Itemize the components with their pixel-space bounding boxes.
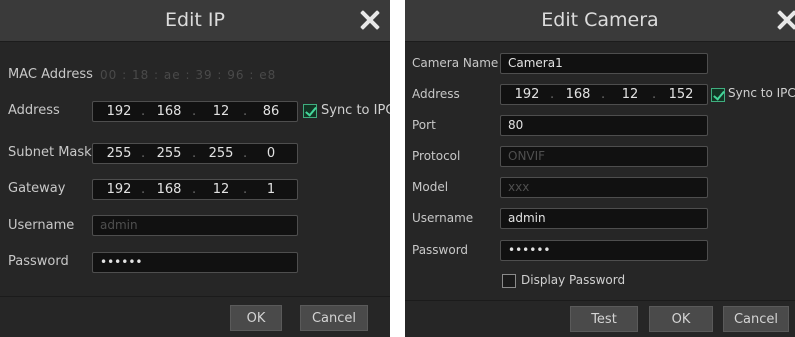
ok-button[interactable]: OK	[649, 306, 713, 332]
password-field[interactable]: ••••••	[500, 240, 708, 261]
sync-to-ipc-label: Sync to IPC	[728, 86, 795, 100]
edit-ip-titlebar: Edit IP	[0, 0, 390, 42]
model-field[interactable]: xxx	[500, 177, 708, 198]
ok-button[interactable]: OK	[230, 305, 282, 331]
username-field[interactable]: admin	[92, 215, 298, 236]
close-icon[interactable]	[358, 8, 382, 32]
cancel-button[interactable]: Cancel	[723, 306, 789, 332]
footer-divider	[0, 296, 390, 297]
address-label: Address	[412, 87, 460, 101]
password-field[interactable]: ••••••	[92, 252, 298, 273]
cancel-button[interactable]: Cancel	[300, 305, 368, 331]
subnet-mask-label: Subnet Mask	[8, 145, 92, 160]
password-label: Password	[412, 243, 469, 257]
password-label: Password	[8, 254, 69, 269]
edit-ip-title: Edit IP	[165, 9, 225, 31]
edit-camera-title: Edit Camera	[541, 9, 659, 31]
edit-camera-dialog: Edit Camera Camera Name Camera1 Address …	[405, 0, 795, 337]
port-label: Port	[412, 118, 436, 132]
sync-to-ipc-checkbox[interactable]	[303, 104, 317, 118]
gateway-label: Gateway	[8, 181, 66, 196]
subnet-mask-field[interactable]: 255. 255. 255. 0	[92, 143, 298, 164]
footer-divider	[405, 300, 795, 301]
edit-ip-dialog: Edit IP MAC Address 00 : 18 : ae : 39 : …	[0, 0, 390, 337]
display-password-checkbox[interactable]	[502, 274, 516, 288]
username-label: Username	[8, 218, 75, 233]
gateway-field[interactable]: 192. 168. 12. 1	[92, 179, 298, 200]
model-label: Model	[412, 180, 449, 194]
display-password-label: Display Password	[521, 273, 626, 287]
port-field[interactable]: 80	[500, 115, 708, 136]
ip-address-field[interactable]: 192. 168. 12. 152	[500, 84, 708, 105]
edit-camera-titlebar: Edit Camera	[405, 0, 795, 42]
ip-address-field[interactable]: 192. 168. 12. 86	[92, 101, 298, 122]
username-label: Username	[412, 211, 474, 225]
camera-name-field[interactable]: Camera1	[500, 53, 708, 74]
camera-name-label: Camera Name	[412, 56, 499, 70]
username-field[interactable]: admin	[500, 208, 708, 229]
test-button[interactable]: Test	[570, 306, 638, 332]
mac-address-value: 00 : 18 : ae : 39 : 96 : e8	[100, 68, 277, 82]
sync-to-ipc-checkbox[interactable]	[711, 88, 725, 102]
protocol-field[interactable]: ONVIF	[500, 146, 708, 167]
sync-to-ipc-label: Sync to IPC	[321, 103, 390, 118]
close-icon[interactable]	[775, 8, 795, 32]
mac-address-label: MAC Address	[8, 67, 93, 82]
address-label: Address	[8, 103, 60, 118]
protocol-label: Protocol	[412, 149, 461, 163]
